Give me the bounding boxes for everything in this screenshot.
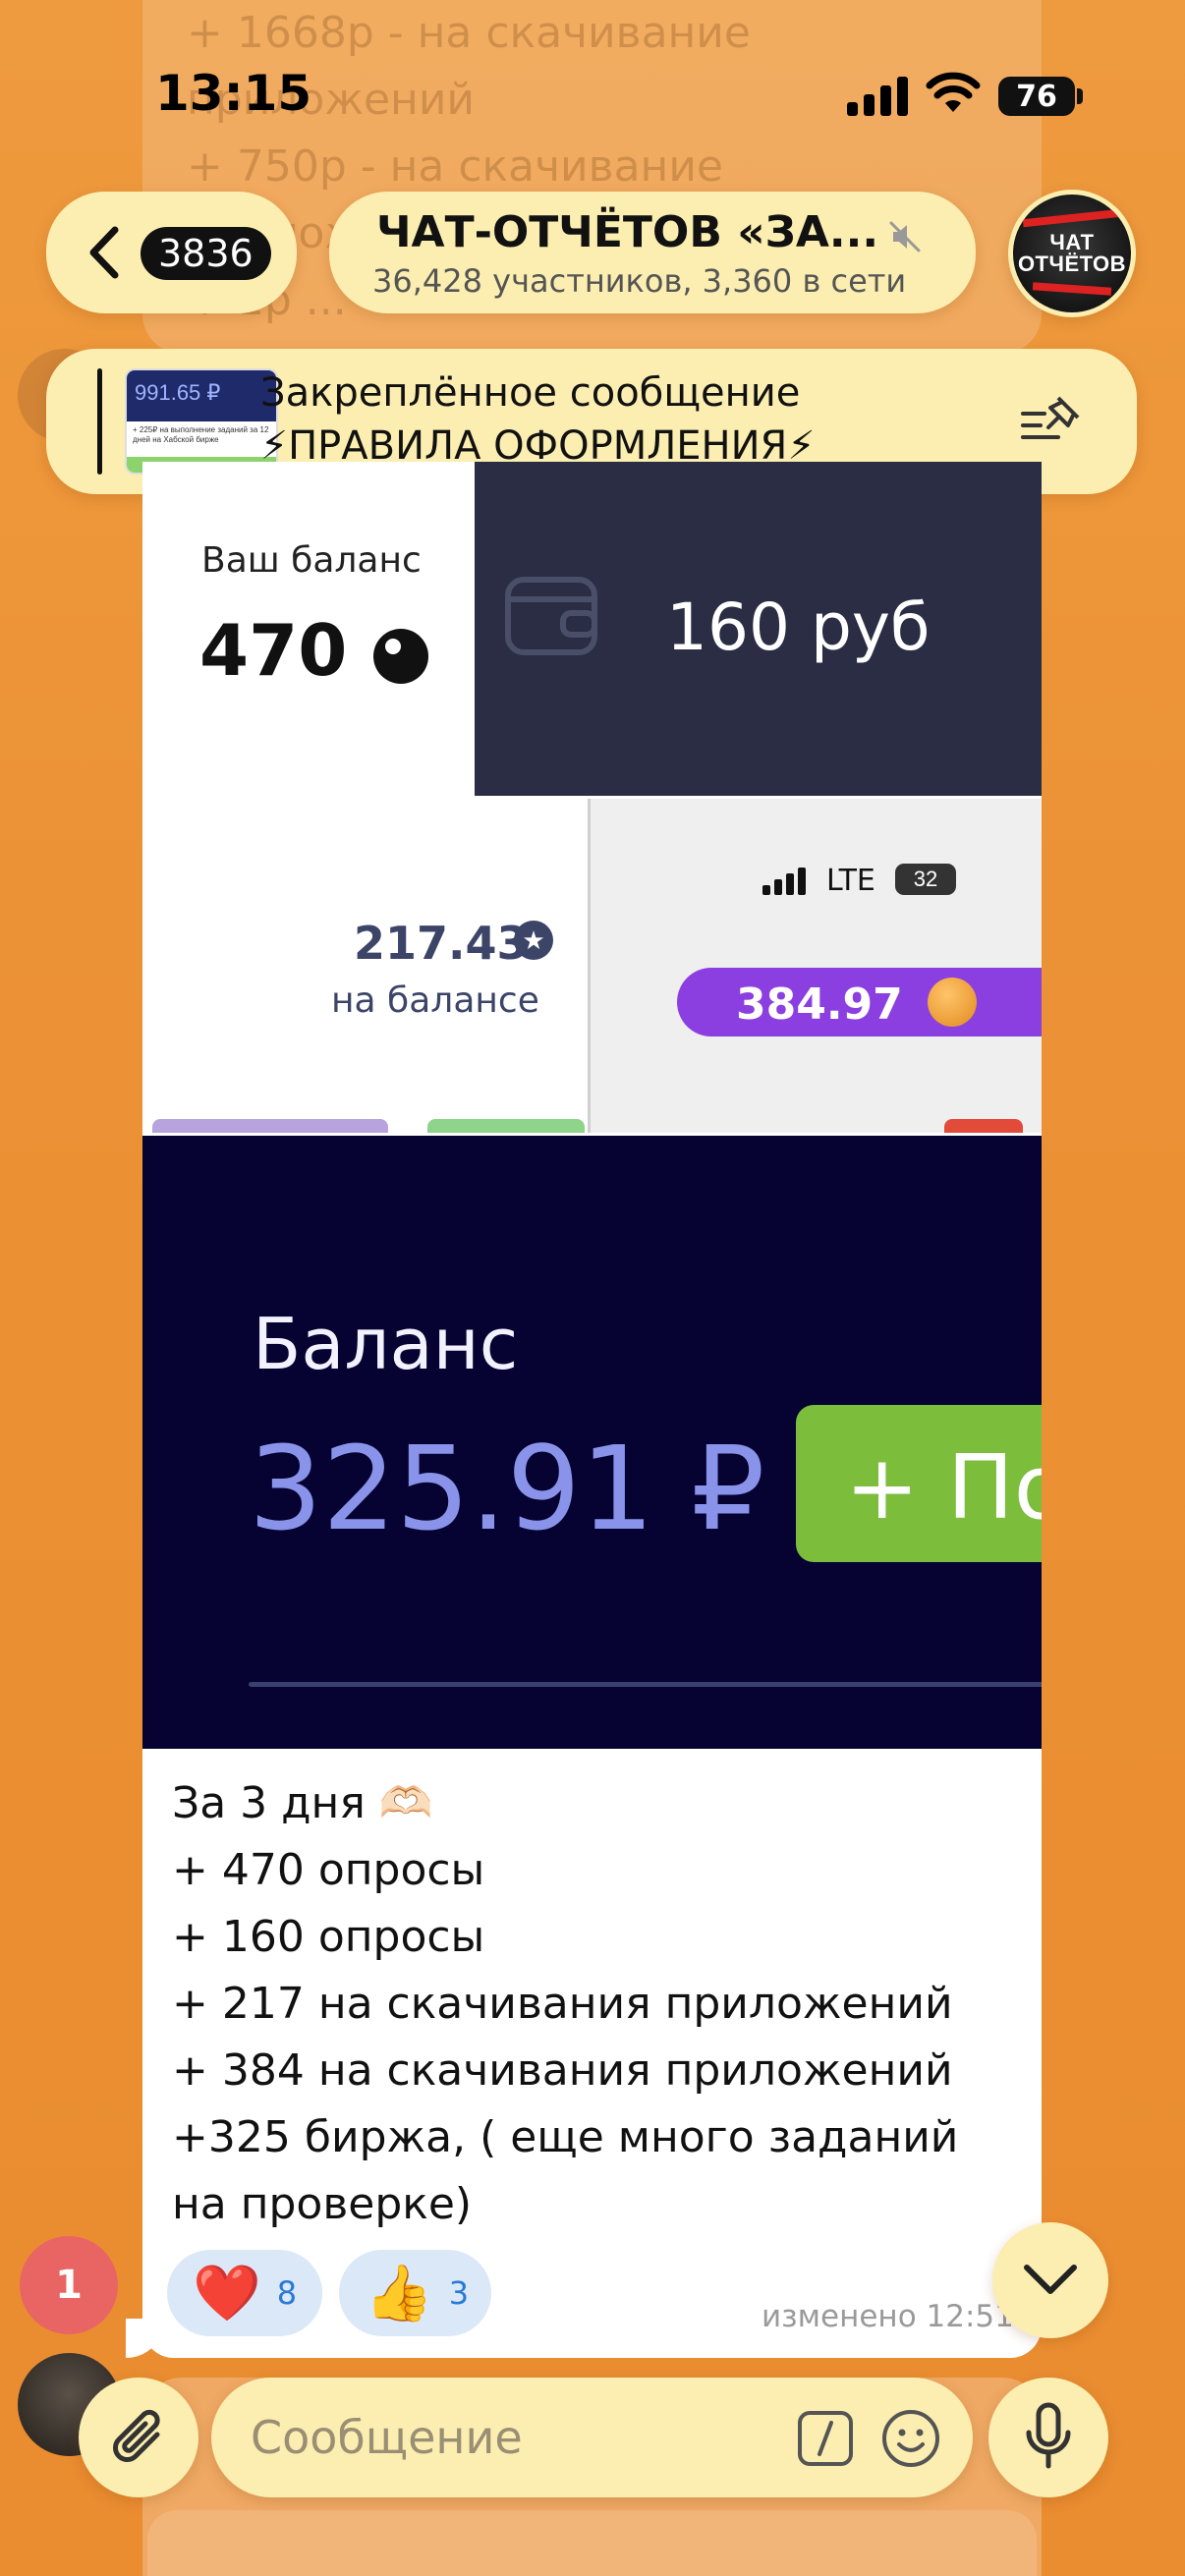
wallet-icon xyxy=(505,577,597,655)
bot-commands-icon[interactable] xyxy=(796,2409,855,2468)
pinned-thumbnail: 991.65 ₽ + 225₽ на выполнение заданий за… xyxy=(125,368,278,475)
attach-button[interactable] xyxy=(79,2378,198,2497)
photo-balance-217[interactable]: 217.43 ★ на балансе xyxy=(142,799,588,1133)
photo-balance-value: 160 руб xyxy=(666,589,931,665)
message-composer xyxy=(211,2378,973,2497)
voice-message-button[interactable] xyxy=(988,2378,1108,2497)
photo-balance-value: 325.91 ₽ xyxy=(249,1421,765,1556)
edited-timestamp: изменено 12:51 xyxy=(762,2299,1014,2334)
unread-chats-count: 3836 xyxy=(141,227,271,280)
cellular-signal-icon xyxy=(847,77,908,116)
message-text: За 3 дня 🫶🏻 + 470 опросы + 160 опросы + … xyxy=(172,1770,1017,2238)
photo-balance-384[interactable]: LTE 32 384.97 xyxy=(588,799,1042,1133)
photo-divider xyxy=(249,1682,1042,1687)
photo-balance-470[interactable]: Ваш баланс 470 xyxy=(142,462,475,796)
message-line: + 160 опросы xyxy=(172,1912,485,1962)
coin-icon xyxy=(373,629,428,684)
pinned-list-icon[interactable] xyxy=(1019,392,1086,451)
photo-decoration xyxy=(152,1119,388,1133)
photo-balance-value: 384.97 xyxy=(736,980,903,1030)
balance-pill: 384.97 xyxy=(677,968,1042,1036)
avatar-decoration xyxy=(1032,282,1112,296)
message-bubble[interactable]: Ваш баланс 470 160 руб 217.43 ★ на балан… xyxy=(142,462,1042,2358)
battery-icon: 32 xyxy=(895,864,956,895)
message-line: + 384 на скачивания приложений xyxy=(172,2045,953,2096)
chevron-down-icon xyxy=(1024,2265,1077,2294)
photo-decoration xyxy=(944,1119,1023,1133)
message-line: + 470 опросы xyxy=(172,1845,485,1895)
photo-balance-160[interactable]: 160 руб xyxy=(475,462,1042,796)
photo-balance-value: 470 xyxy=(199,609,348,692)
star-icon: ★ xyxy=(514,921,553,960)
top-up-button: + По xyxy=(796,1405,1042,1562)
muted-icon xyxy=(889,221,921,252)
network-type: LTE xyxy=(826,864,875,898)
unread-mentions-badge[interactable]: 1 xyxy=(20,2236,118,2334)
back-button[interactable]: 3836 xyxy=(46,192,297,313)
top-up-label: + По xyxy=(845,1436,1042,1540)
reaction-count: 3 xyxy=(448,2274,470,2312)
heart-icon: ❤️ xyxy=(193,2262,261,2325)
pinned-thumb-value: 991.65 ₽ xyxy=(127,370,276,421)
status-bar: 13:15 76 xyxy=(0,0,1185,167)
status-time: 13:15 xyxy=(155,65,312,122)
coin-icon xyxy=(928,978,977,1027)
battery-tip xyxy=(1077,88,1083,104)
avatar-decoration xyxy=(1022,208,1122,228)
message-line: За 3 дня 🫶🏻 xyxy=(172,1778,433,1828)
photo-balance-label: на балансе xyxy=(331,980,539,1021)
message-line: + 217 на скачивания приложений xyxy=(172,1979,953,2029)
microphone-icon xyxy=(1026,2402,1071,2469)
reaction-count: 8 xyxy=(276,2274,298,2312)
chevron-left-icon xyxy=(89,226,119,279)
cellular-signal-icon xyxy=(762,868,812,895)
photo-balance-325[interactable]: Баланс 325.91 ₽ + По xyxy=(142,1136,1042,1749)
thumbs-up-icon: 👍 xyxy=(365,2262,433,2325)
scroll-to-bottom-button[interactable] xyxy=(992,2222,1108,2338)
paperclip-icon xyxy=(113,2409,160,2462)
reaction-thumbs-up[interactable]: 👍 3 xyxy=(339,2250,491,2336)
chat-avatar[interactable]: ЧАТ ОТЧЁТОВ xyxy=(1008,190,1136,317)
pinned-indicator xyxy=(97,368,102,475)
photo-balance-label: Ваш баланс xyxy=(201,540,422,581)
message-line: на проверке) xyxy=(172,2179,473,2229)
battery-icon: 76 xyxy=(998,77,1075,116)
message-input[interactable] xyxy=(251,2405,762,2470)
reaction-heart[interactable]: ❤️ 8 xyxy=(167,2250,322,2336)
wifi-icon xyxy=(926,72,981,112)
photo-balance-value: 217.43 xyxy=(354,917,529,970)
chat-members-count: 36,428 участников, 3,360 в сети xyxy=(372,262,907,300)
emoji-sticker-icon[interactable] xyxy=(879,2407,942,2470)
chat-title: ЧАТ-ОТЧЁТОВ «ЗА... xyxy=(376,207,879,257)
message-line: +325 биржа, ( еще много заданий xyxy=(172,2112,959,2162)
chat-header[interactable]: ЧАТ-ОТЧЁТОВ «ЗА... 36,428 участников, 3,… xyxy=(329,192,976,313)
pinned-title: Закреплённое сообщение xyxy=(260,370,801,416)
photo-decoration xyxy=(427,1119,585,1133)
pinned-thumb-text: + 225₽ на выполнение заданий за 12 дней … xyxy=(133,425,269,444)
avatar-label: ЧАТ ОТЧЁТОВ xyxy=(1017,230,1127,276)
photo-balance-label: Баланс xyxy=(253,1303,519,1385)
next-message-preview xyxy=(147,2510,1037,2576)
